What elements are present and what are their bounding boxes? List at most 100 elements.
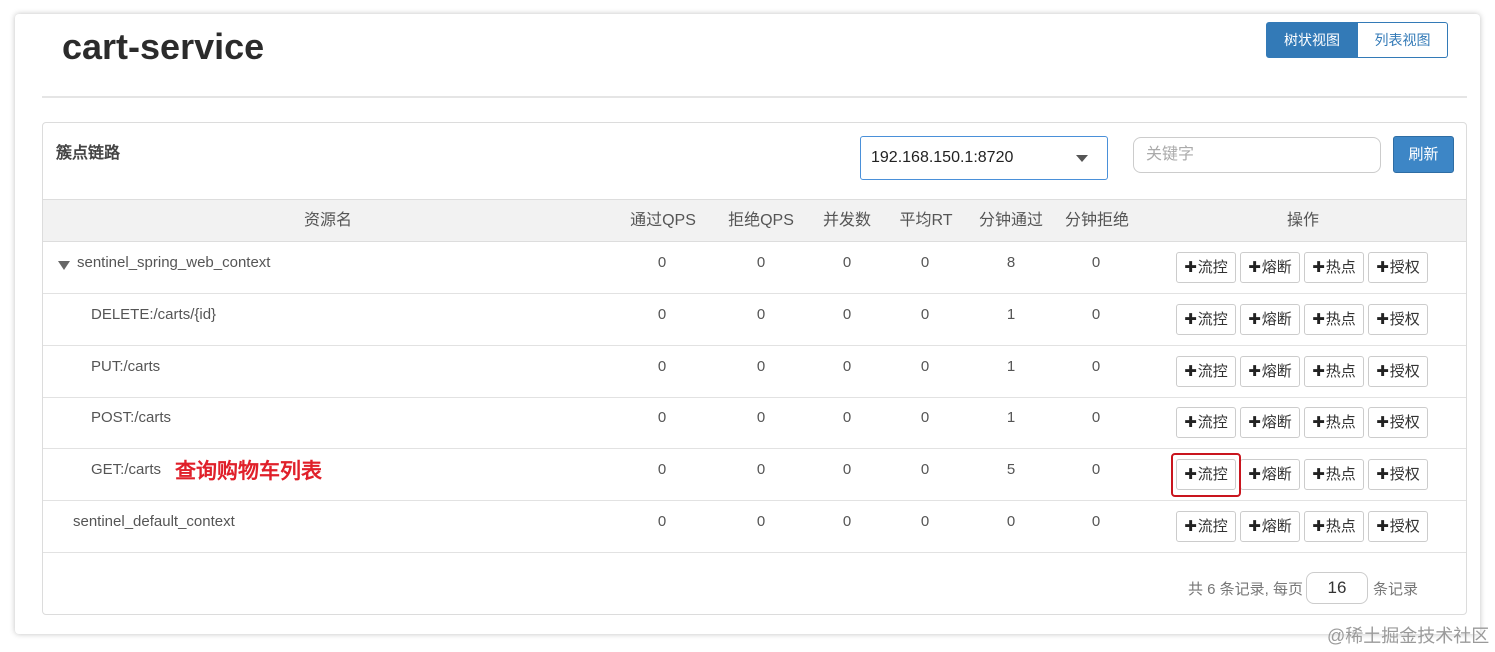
- degrade-button[interactable]: ✚熔断: [1240, 511, 1300, 542]
- plus-icon: ✚: [1312, 518, 1325, 535]
- col-actions: 操作: [1286, 212, 1319, 229]
- pass-qps-cell: 0: [657, 461, 667, 479]
- minute-block-cell: 0: [1091, 305, 1101, 323]
- block-qps-cell: 0: [756, 409, 766, 427]
- concurrency-cell: 0: [842, 513, 852, 530]
- resource-name: PUT:/carts: [91, 357, 161, 375]
- table-header: 资源名 通过QPS 拒绝QPS 并发数 平均RT 分钟通过 分钟拒绝 操作: [43, 199, 1466, 242]
- hotspot-button[interactable]: ✚热点: [1304, 303, 1364, 335]
- degrade-button[interactable]: ✚熔断: [1240, 407, 1300, 439]
- refresh-button[interactable]: 刷新: [1393, 136, 1454, 173]
- row-actions: ✚流控 ✚熔断 ✚热点 ✚授权: [1176, 303, 1428, 335]
- action-label: 热点: [1325, 310, 1356, 328]
- plus-icon: ✚: [1312, 362, 1325, 380]
- minute-pass-cell: 5: [1006, 461, 1016, 479]
- resource-panel: 簇点链路 192.168.150.1:8720 刷新 资源名 通过QPS 拒绝Q…: [42, 122, 1467, 615]
- list-view-button[interactable]: 列表视图: [1358, 22, 1448, 58]
- hotspot-button[interactable]: ✚热点: [1304, 407, 1364, 439]
- authorize-button[interactable]: ✚授权: [1368, 407, 1428, 439]
- hotspot-button[interactable]: ✚热点: [1304, 459, 1364, 491]
- concurrency-cell: 0: [842, 305, 852, 323]
- action-label: 授权: [1389, 310, 1420, 328]
- action-label: 流控: [1197, 414, 1228, 432]
- page-title: cart-service: [62, 26, 265, 67]
- avg-rt-cell: 0: [920, 254, 930, 271]
- resource-name: sentinel_default_context: [73, 513, 235, 530]
- page-size-input[interactable]: [1306, 572, 1368, 604]
- flow-control-button[interactable]: ✚流控: [1176, 407, 1236, 439]
- action-label: 熔断: [1261, 259, 1292, 276]
- plus-icon: ✚: [1312, 414, 1325, 432]
- degrade-button[interactable]: ✚熔断: [1240, 355, 1300, 387]
- machine-select[interactable]: 192.168.150.1:8720: [860, 136, 1108, 180]
- tree-view-button[interactable]: 树状视图: [1266, 22, 1358, 58]
- row-actions: ✚流控 ✚熔断 ✚热点 ✚授权: [1176, 355, 1428, 387]
- panel-title: 簇点链路: [56, 145, 121, 162]
- resource-name: DELETE:/carts/{id}: [91, 305, 217, 323]
- hotspot-button[interactable]: ✚热点: [1304, 252, 1364, 283]
- action-label: 流控: [1197, 259, 1228, 276]
- col-minute-block: 分钟拒绝: [1064, 212, 1129, 229]
- pagination-summary: 共 6 条记录, 每页: [1188, 581, 1304, 598]
- avg-rt-cell: 0: [920, 513, 930, 530]
- minute-pass-cell: 1: [1006, 357, 1016, 375]
- block-qps-cell: 0: [756, 305, 766, 323]
- minute-pass-cell: 8: [1006, 254, 1016, 271]
- machine-select-value: 192.168.150.1:8720: [871, 149, 1014, 166]
- plus-icon: ✚: [1376, 310, 1389, 328]
- action-label: 流控: [1197, 518, 1228, 535]
- authorize-button[interactable]: ✚授权: [1368, 355, 1428, 387]
- degrade-button[interactable]: ✚熔断: [1240, 252, 1300, 283]
- authorize-button[interactable]: ✚授权: [1368, 252, 1428, 283]
- minute-pass-cell: 1: [1006, 305, 1016, 323]
- degrade-button[interactable]: ✚熔断: [1240, 459, 1300, 491]
- minute-block-cell: 0: [1091, 357, 1101, 375]
- concurrency-cell: 0: [842, 357, 852, 375]
- plus-icon: ✚: [1376, 259, 1389, 276]
- flow-control-button[interactable]: ✚流控: [1176, 511, 1236, 542]
- minute-pass-cell: 1: [1006, 409, 1016, 427]
- row-actions: ✚流控 ✚熔断 ✚热点 ✚授权: [1176, 407, 1428, 439]
- minute-block-cell: 0: [1091, 461, 1101, 479]
- col-concurrency: 并发数: [822, 212, 871, 229]
- plus-icon: ✚: [1184, 362, 1197, 380]
- red-annotation: 查询购物车列表: [175, 458, 322, 484]
- pass-qps-cell: 0: [657, 357, 667, 375]
- row-actions: ✚流控 ✚熔断 ✚热点 ✚授权: [1176, 511, 1428, 542]
- plus-icon: ✚: [1312, 466, 1325, 484]
- expand-triangle-icon[interactable]: [58, 261, 70, 270]
- flow-control-button[interactable]: ✚流控: [1176, 252, 1236, 283]
- keyword-search-input[interactable]: [1133, 137, 1381, 173]
- authorize-button[interactable]: ✚授权: [1368, 459, 1428, 491]
- degrade-button[interactable]: ✚熔断: [1240, 303, 1300, 335]
- flow-control-button[interactable]: ✚流控: [1176, 355, 1236, 387]
- plus-icon: ✚: [1312, 310, 1325, 328]
- plus-icon: ✚: [1248, 466, 1261, 484]
- col-resource-name: 资源名: [303, 212, 352, 229]
- hotspot-button[interactable]: ✚热点: [1304, 511, 1364, 542]
- plus-icon: ✚: [1248, 414, 1261, 432]
- authorize-button[interactable]: ✚授权: [1368, 511, 1428, 542]
- pass-qps-cell: 0: [657, 513, 667, 530]
- flow-control-button[interactable]: ✚流控: [1176, 303, 1236, 335]
- minute-pass-cell: 0: [1006, 513, 1016, 530]
- plus-icon: ✚: [1184, 414, 1197, 432]
- hotspot-button[interactable]: ✚热点: [1304, 355, 1364, 387]
- plus-icon: ✚: [1248, 362, 1261, 380]
- action-label: 热点: [1325, 518, 1356, 535]
- block-qps-cell: 0: [756, 513, 766, 530]
- col-minute-pass: 分钟通过: [978, 212, 1043, 229]
- action-label: 熔断: [1261, 310, 1292, 328]
- table-row: sentinel_default_context 0 0 0 0 0 0 ✚流控 ✚熔断 ✚热点 ✚…: [43, 501, 1466, 553]
- flow-control-button[interactable]: ✚流控: [1176, 459, 1236, 491]
- action-label: 授权: [1389, 518, 1420, 535]
- action-label: 授权: [1389, 259, 1420, 276]
- plus-icon: ✚: [1248, 518, 1261, 535]
- plus-icon: ✚: [1312, 259, 1325, 276]
- table-row: POST:/carts 0 0 0 0 1 0 ✚流控 ✚熔断 ✚热点 ✚授权: [43, 397, 1466, 450]
- authorize-button[interactable]: ✚授权: [1368, 303, 1428, 335]
- action-label: 流控: [1197, 310, 1228, 328]
- avg-rt-cell: 0: [920, 305, 930, 323]
- concurrency-cell: 0: [842, 461, 852, 479]
- resource-name: POST:/carts: [91, 409, 172, 427]
